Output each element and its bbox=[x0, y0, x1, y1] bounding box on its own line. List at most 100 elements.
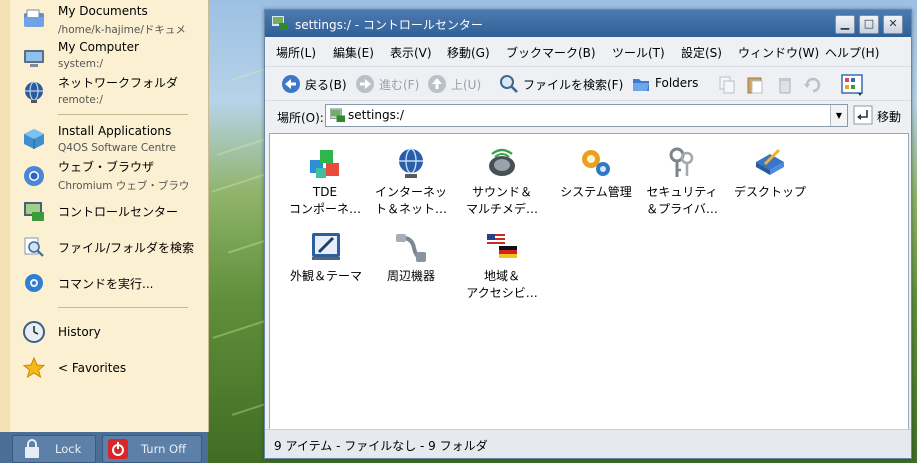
magnifier-icon bbox=[500, 75, 518, 93]
minimize-button[interactable]: ▁ bbox=[835, 15, 855, 34]
menu-item-my-documents[interactable]: My Documents /home/k-hajime/ドキュメ bbox=[18, 2, 206, 38]
control-center-icon bbox=[24, 202, 44, 221]
icon-view-toggle-icon[interactable] bbox=[841, 74, 863, 96]
up-label: 上(U) bbox=[451, 78, 482, 92]
package-box-icon bbox=[24, 129, 44, 149]
item-label-line1: 地域＆ bbox=[483, 269, 520, 283]
status-bar: 9 アイテム - ファイルなし - 9 フォルダ bbox=[265, 429, 911, 458]
item-label-line2: コンポーネ… bbox=[288, 202, 361, 216]
item-label-line1: サウンド＆ bbox=[471, 185, 532, 199]
back-label: 戻る(B) bbox=[305, 78, 347, 92]
folders-button[interactable]: Folders bbox=[631, 73, 703, 95]
folders-label: Folders bbox=[655, 76, 699, 90]
item-label-line1: TDE bbox=[312, 185, 338, 199]
menu-item-subtitle: /home/k-hajime/ドキュメ bbox=[58, 24, 186, 36]
cable-plug-icon bbox=[396, 234, 426, 262]
menu-item-history[interactable]: History bbox=[18, 318, 206, 346]
computer-icon bbox=[24, 50, 44, 67]
menu-item-run-command[interactable]: コマンドを実行... bbox=[18, 270, 206, 296]
start-menu: My Documents /home/k-hajime/ドキュメ My Comp… bbox=[0, 0, 209, 432]
item-label-line1: インターネッ bbox=[374, 185, 447, 199]
menu-item-title: コマンドを実行... bbox=[58, 277, 154, 291]
item-label-line1: 周辺機器 bbox=[386, 269, 435, 283]
power-icon bbox=[108, 439, 128, 459]
menu-item-my-computer[interactable]: My Computer system:/ bbox=[18, 38, 206, 74]
start-menu-footer: Lock Turn Off bbox=[0, 432, 208, 463]
item-label-line2: マルチメデ… bbox=[465, 202, 538, 216]
menu-item-subtitle: Q4OS Software Centre bbox=[58, 142, 176, 154]
settings-location-icon bbox=[330, 108, 345, 123]
item-appearance-themes[interactable]: 外観＆テーマ bbox=[278, 230, 374, 285]
paste-icon[interactable] bbox=[745, 75, 765, 95]
window-titlebar[interactable]: settings:/ - コントロールセンター ▁ □ ✕ bbox=[265, 10, 911, 37]
item-label-line2: ＆プライバ… bbox=[646, 202, 718, 216]
menu-item-install-applications[interactable]: Install Applications Q4OS Software Centr… bbox=[18, 122, 206, 156]
menu-go[interactable]: 移動(G) bbox=[447, 44, 490, 61]
menu-window[interactable]: ウィンドウ(W) bbox=[738, 44, 819, 61]
item-label-line1: システム管理 bbox=[560, 185, 632, 199]
menu-item-subtitle: system:/ bbox=[58, 58, 104, 70]
gear-run-icon bbox=[25, 274, 43, 292]
item-desktop[interactable]: デスクトップ bbox=[728, 146, 812, 201]
menu-item-title: Install Applications bbox=[58, 124, 172, 138]
menu-edit[interactable]: 編集(E) bbox=[333, 44, 374, 61]
forward-button[interactable]: 進む(F) bbox=[355, 73, 423, 95]
item-sound-multimedia[interactable]: サウンド＆ マルチメデ… bbox=[460, 146, 544, 218]
undo-icon[interactable] bbox=[803, 75, 823, 95]
internet-globe-icon bbox=[399, 148, 423, 178]
close-button[interactable]: ✕ bbox=[883, 15, 903, 34]
back-arrow-icon bbox=[282, 75, 300, 93]
menu-help[interactable]: ヘルプ(H) bbox=[825, 44, 879, 61]
menu-item-find-files[interactable]: ファイル/フォルダを検索 bbox=[18, 234, 206, 260]
back-button[interactable]: 戻る(B) bbox=[281, 73, 353, 95]
menu-location[interactable]: 場所(L) bbox=[276, 44, 316, 61]
copy-icon[interactable] bbox=[717, 75, 737, 95]
menu-item-title: ウェブ・ブラウザ bbox=[58, 160, 155, 174]
location-value: settings:/ bbox=[348, 108, 404, 122]
network-globe-icon bbox=[25, 81, 43, 103]
chromium-browser-icon bbox=[24, 166, 44, 186]
lock-label: Lock bbox=[55, 442, 82, 456]
menu-item-favorites[interactable]: < Favorites bbox=[18, 354, 206, 382]
item-peripherals[interactable]: 周辺機器 bbox=[369, 230, 453, 285]
menu-bookmarks[interactable]: ブックマーク(B) bbox=[506, 44, 596, 61]
window-title: settings:/ - コントロールセンター bbox=[295, 18, 483, 32]
item-regional-accessibility[interactable]: 地域＆ アクセシビ… bbox=[460, 230, 544, 302]
control-center-app-icon bbox=[272, 16, 288, 30]
menu-tools[interactable]: ツール(T) bbox=[612, 44, 665, 61]
find-files-label: ファイルを検索(F) bbox=[523, 78, 624, 92]
location-label: 場所(O): bbox=[277, 111, 324, 125]
item-system-administration[interactable]: システム管理 bbox=[548, 146, 644, 201]
item-security-privacy[interactable]: セキュリティ ＆プライバ… bbox=[640, 146, 724, 218]
menu-separator bbox=[58, 114, 188, 115]
maximize-button[interactable]: □ bbox=[859, 15, 879, 34]
item-tde-components[interactable]: TDE コンポーネ… bbox=[283, 146, 367, 218]
up-button[interactable]: 上(U) bbox=[427, 73, 485, 95]
item-label-line1: セキュリティ bbox=[646, 185, 718, 199]
go-label: 移動 bbox=[877, 110, 902, 124]
turn-off-button[interactable]: Turn Off bbox=[102, 435, 202, 463]
menu-item-network-folders[interactable]: ネットワークフォルダ remote:/ bbox=[18, 72, 206, 108]
icon-view: TDE コンポーネ… インターネッ ト＆ネット… サウンド＆ マルチメデ… シス… bbox=[269, 133, 909, 430]
find-files-button[interactable]: ファイルを検索(F) bbox=[499, 73, 627, 95]
menu-view[interactable]: 表示(V) bbox=[390, 44, 432, 61]
main-toolbar: 戻る(B) 進む(F) 上(U) ファイルを検索(F) Folders bbox=[265, 66, 911, 101]
speaker-icon bbox=[489, 148, 515, 176]
menu-separator bbox=[58, 307, 188, 308]
location-dropdown-icon[interactable]: ▼ bbox=[830, 105, 847, 126]
menu-item-title: ネットワークフォルダ bbox=[58, 76, 179, 90]
menu-item-title: < Favorites bbox=[58, 361, 127, 375]
trash-icon[interactable] bbox=[775, 75, 795, 95]
lock-button[interactable]: Lock bbox=[12, 435, 96, 463]
location-input[interactable]: settings:/ ▼ bbox=[325, 104, 848, 127]
forward-label: 進む(F) bbox=[379, 78, 420, 92]
turn-off-label: Turn Off bbox=[141, 442, 187, 456]
menu-settings[interactable]: 設定(S) bbox=[681, 44, 722, 61]
gears-icon bbox=[582, 150, 610, 176]
menu-item-control-center[interactable]: コントロールセンター bbox=[18, 198, 206, 224]
menu-item-web-browser[interactable]: ウェブ・ブラウザ Chromium ウェブ・ブラウ bbox=[18, 156, 206, 192]
tde-components-icon bbox=[310, 150, 339, 178]
search-files-icon bbox=[24, 237, 44, 257]
menu-item-title: ファイル/フォルダを検索 bbox=[58, 241, 195, 255]
item-internet-network[interactable]: インターネッ ト＆ネット… bbox=[369, 146, 453, 218]
